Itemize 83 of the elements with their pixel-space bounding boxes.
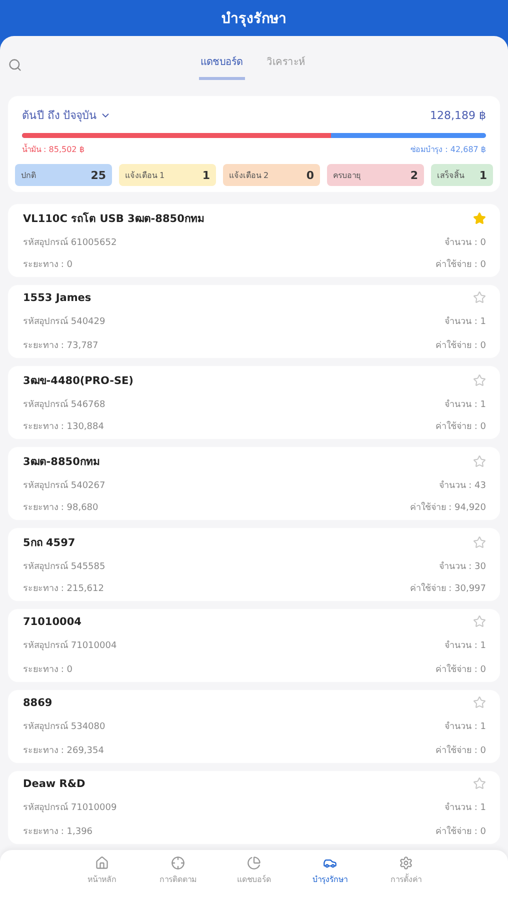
status-label: ปกติ	[21, 170, 36, 182]
vehicle-card[interactable]: 5กถ 4597 รหัสอุปกรณ์ 545585 จำนวน : 30 ระยะทาง : 215,612 ค่าใช้จ่าย : 30,997	[8, 528, 500, 601]
vehicle-card[interactable]: 71010004 รหัสอุปกรณ์ 71010004 จำนวน : 1 ระยะทาง : 0 ค่าใช้จ่าย : 0	[8, 609, 500, 682]
quantity: จำนวน : 1	[444, 640, 486, 652]
crosshair-icon	[171, 856, 185, 870]
repair-amount: ซ่อมบำรุง : 42,687 ฿	[410, 144, 486, 156]
equipment-code: รหัสอุปกรณ์ 540429	[23, 315, 106, 328]
vehicle-name: Deaw R&D	[23, 778, 86, 790]
quantity: จำนวน : 1	[444, 802, 486, 814]
pie-chart-icon	[247, 856, 261, 870]
vehicle-card[interactable]: 3ฒข-4480(PRO-SE) รหัสอุปกรณ์ 546768 จำนวน : 1 ระยะทาง : 130,884 ค่าใช้จ่าย : 0	[8, 366, 500, 439]
search-icon[interactable]	[8, 58, 22, 72]
vehicle-name: 3ฒข-4480(PRO-SE)	[23, 374, 134, 389]
status-label: ครบอายุ	[333, 170, 361, 182]
distance: ระยะทาง : 130,884	[23, 421, 104, 433]
status-count: 1	[202, 168, 210, 182]
equipment-code: รหัสอุปกรณ์ 71010009	[23, 801, 117, 814]
vehicle-card[interactable]: 3ฒต-8850กทม รหัสอุปกรณ์ 540267 จำนวน : 43 ระยะทาง : 98,680 ค่าใช้จ่าย : 94,920	[8, 447, 500, 520]
distance: ระยะทาง : 0	[23, 259, 72, 271]
star-icon[interactable]	[473, 455, 486, 468]
status-count: 25	[90, 168, 106, 182]
cost: ค่าใช้จ่าย : 0	[436, 824, 486, 838]
star-icon[interactable]	[473, 536, 486, 549]
quantity: จำนวน : 1	[444, 316, 486, 328]
status-count: 1	[479, 168, 487, 182]
quantity: จำนวน : 30	[438, 560, 486, 573]
equipment-code: รหัสอุปกรณ์ 534080	[23, 720, 106, 733]
distance: ระยะทาง : 215,612	[23, 583, 104, 595]
cost: ค่าใช้จ่าย : 0	[436, 744, 486, 757]
settings-icon	[399, 856, 413, 870]
tab[interactable]: แดชบอร์ด	[198, 50, 244, 80]
distance: ระยะทาง : 1,396	[23, 826, 93, 838]
status-tile[interactable]: ปกติ 25	[15, 164, 112, 186]
status-tile[interactable]: แจ้งเตือน 2 0	[223, 164, 320, 186]
quantity: จำนวน : 43	[438, 480, 486, 492]
vehicle-name: 8869	[23, 696, 52, 708]
vehicle-card[interactable]: Deaw R&D รหัสอุปกรณ์ 71010009 จำนวน : 1 ระยะทาง : 1,396 ค่าใช้จ่าย : 0	[8, 771, 500, 844]
vehicle-name: 71010004	[23, 616, 82, 628]
star-icon[interactable]	[473, 212, 486, 225]
quantity: จำนวน : 1	[444, 398, 486, 411]
star-icon[interactable]	[473, 615, 486, 628]
cost: ค่าใช้จ่าย : 0	[436, 258, 486, 271]
vehicle-name: 5กถ 4597	[23, 536, 76, 551]
equipment-code: รหัสอุปกรณ์ 71010004	[23, 639, 117, 652]
equipment-code: รหัสอุปกรณ์ 540267	[23, 479, 106, 492]
equipment-code: รหัสอุปกรณ์ 61005652	[23, 236, 117, 249]
vehicle-name: VL110C รถโต USB 3ฒต-8850กทม	[23, 211, 204, 227]
status-tile[interactable]: แจ้งเตือน 1 1	[119, 164, 216, 186]
fuel-amount: น้ำมัน : 85,502 ฿	[22, 143, 84, 156]
distance: ระยะทาง : 269,354	[23, 745, 104, 757]
cost: ค่าใช้จ่าย : 0	[436, 420, 486, 433]
equipment-code: รหัสอุปกรณ์ 545585	[23, 560, 106, 573]
nav-item[interactable]: บำรุงรักษา	[299, 856, 361, 900]
distance: ระยะทาง : 73,787	[23, 340, 98, 352]
home-icon	[95, 856, 109, 870]
quantity: จำนวน : 1	[444, 720, 486, 733]
vehicle-card[interactable]: 8869 รหัสอุปกรณ์ 534080 จำนวน : 1 ระยะทาง : 269,354 ค่าใช้จ่าย : 0	[8, 690, 500, 763]
page-title: บำรุงรักษา	[222, 10, 286, 29]
cost: ค่าใช้จ่าย : 94,920	[410, 500, 486, 514]
distance: ระยะทาง : 0	[23, 664, 72, 676]
star-icon[interactable]	[473, 374, 486, 387]
equipment-code: รหัสอุปกรณ์ 546768	[23, 398, 106, 411]
cost: ค่าใช้จ่าย : 30,997	[410, 582, 486, 595]
vehicle-name: 3ฒต-8850กทม	[23, 455, 100, 470]
status-count: 2	[410, 168, 418, 182]
star-icon[interactable]	[473, 777, 486, 790]
vehicle-card[interactable]: 1553 James รหัสอุปกรณ์ 540429 จำนวน : 1 ระยะทาง : 73,787 ค่าใช้จ่าย : 0	[8, 285, 500, 358]
status-count: 0	[306, 168, 314, 182]
status-tile[interactable]: ครบอายุ 2	[327, 164, 424, 186]
status-label: แจ้งเตือน 1	[125, 170, 165, 182]
period-dropdown[interactable]: ต้นปี ถึง ปัจจุบัน	[22, 106, 111, 124]
vehicle-name: 1553 James	[23, 292, 92, 304]
cost: ค่าใช้จ่าย : 0	[436, 338, 486, 352]
total-amount: 128,189 ฿	[430, 108, 486, 122]
status-tile[interactable]: เสร็จสิ้น 1	[431, 164, 493, 186]
quantity: จำนวน : 0	[444, 236, 486, 249]
cost: ค่าใช้จ่าย : 0	[436, 662, 486, 676]
distance: ระยะทาง : 98,680	[23, 502, 98, 514]
status-label: เสร็จสิ้น	[437, 168, 464, 182]
star-icon[interactable]	[473, 696, 486, 709]
vehicle-card[interactable]: VL110C รถโต USB 3ฒต-8850กทม รหัสอุปกรณ์ 61005652 จำนวน : 0 ระยะทาง : 0 ค่าใช้จ่าย : 0	[8, 204, 500, 277]
star-icon[interactable]	[473, 291, 486, 304]
status-label: แจ้งเตือน 2	[229, 170, 269, 182]
